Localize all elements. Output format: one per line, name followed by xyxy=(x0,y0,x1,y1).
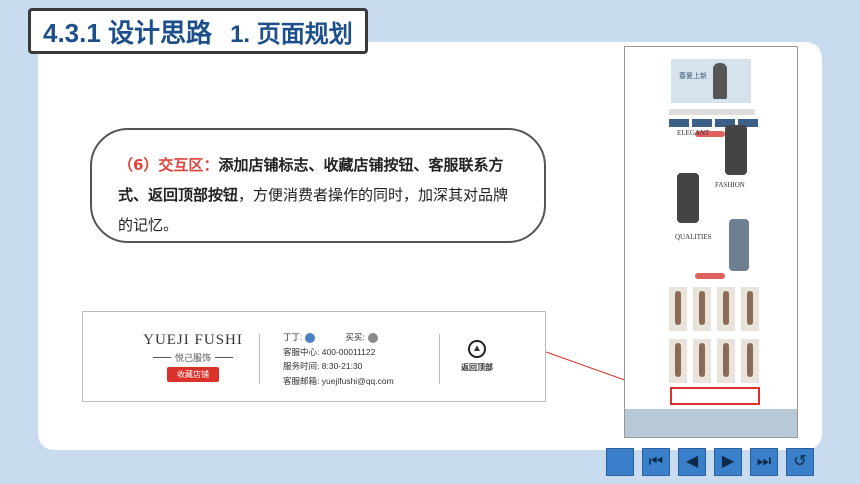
back-to-top-label: 返回顶部 xyxy=(461,363,493,372)
brand-name-en: YUEJI FUSHI xyxy=(143,332,243,348)
preview-footer-highlight xyxy=(670,387,760,405)
divider xyxy=(259,334,260,384)
wangwang-label: 买买: xyxy=(345,332,365,342)
callout-bubble: （6）交互区：添加店铺标志、收藏店铺按钮、客服联系方式、返回顶部按钮，方便消费者… xyxy=(90,128,546,243)
chat-icon xyxy=(305,332,316,343)
section-title: 4.3.1 设计思路 1. 页面规划 xyxy=(28,8,368,54)
banner-text: 春夏上新 xyxy=(679,73,707,80)
return-button[interactable]: ↺ xyxy=(786,448,814,476)
contact-info: 丁丁: 买买: 客服中心: 400-00011122 服务时间: 8:30-21… xyxy=(283,330,394,388)
divider xyxy=(439,334,440,384)
section-subtitle: 1. 页面规划 xyxy=(230,20,353,48)
footer-preview-image: YUEJI FUSHI 悦己服饰 收藏店铺 丁丁: 买买: 客服中心: 400-… xyxy=(82,311,546,402)
callout-label: （6）交互区： xyxy=(118,156,219,174)
previous-slide-button[interactable]: ◀ xyxy=(678,448,706,476)
preview-product-grid xyxy=(669,287,759,331)
model-image xyxy=(677,173,699,223)
service-hours-label: 服务时间: xyxy=(283,361,320,371)
service-email-label: 客服邮箱: xyxy=(283,375,320,386)
service-hours-value: 8:30-21:30 xyxy=(321,361,363,371)
store-page-preview: 春夏上新 ELEGANT FASHION QUALITIES xyxy=(624,46,798,438)
menu-button[interactable] xyxy=(606,448,634,476)
skip-first-icon: ⏮ xyxy=(648,453,664,470)
return-icon: ↺ xyxy=(793,453,807,470)
preview-word-elegant: ELEGANT xyxy=(677,129,710,137)
preview-product-grid xyxy=(669,339,759,383)
preview-page-footer xyxy=(625,409,797,437)
chat-icon xyxy=(367,332,378,343)
triangle-right-icon: ▶ xyxy=(721,453,735,470)
brand-logo: YUEJI FUSHI 悦己服饰 收藏店铺 xyxy=(143,332,243,382)
next-slide-button[interactable]: ▶ xyxy=(714,448,742,476)
back-to-top: ▲ 返回顶部 xyxy=(457,340,497,373)
dingding-label: 丁丁: xyxy=(283,332,303,342)
service-center-value: 400-00011122 xyxy=(321,346,376,357)
preview-word-qualities: QUALITIES xyxy=(675,233,712,241)
preview-section-tag xyxy=(695,273,725,279)
preview-nav-bar xyxy=(669,109,755,115)
model-figure xyxy=(713,63,727,99)
service-center-label: 客服中心: xyxy=(283,346,320,357)
service-email-value: yuejifushi@qq.com xyxy=(321,375,394,386)
preview-banner: 春夏上新 xyxy=(671,59,751,103)
triangle-left-icon: ◀ xyxy=(685,453,699,470)
last-slide-button[interactable]: ⏭ xyxy=(750,448,778,476)
section-number-title: 4.3.1 设计思路 xyxy=(43,17,213,48)
model-image xyxy=(729,219,749,271)
brand-name-cn: 悦己服饰 xyxy=(143,351,243,364)
arrow-up-icon: ▲ xyxy=(468,340,486,358)
skip-last-icon: ⏭ xyxy=(756,453,772,470)
slide-nav-bar: ⏮ ◀ ▶ ⏭ ↺ xyxy=(606,448,814,476)
model-image xyxy=(725,125,747,175)
favorite-store-button: 收藏店铺 xyxy=(167,367,219,382)
preview-word-fashion: FASHION xyxy=(715,181,745,189)
first-slide-button[interactable]: ⏮ xyxy=(642,448,670,476)
